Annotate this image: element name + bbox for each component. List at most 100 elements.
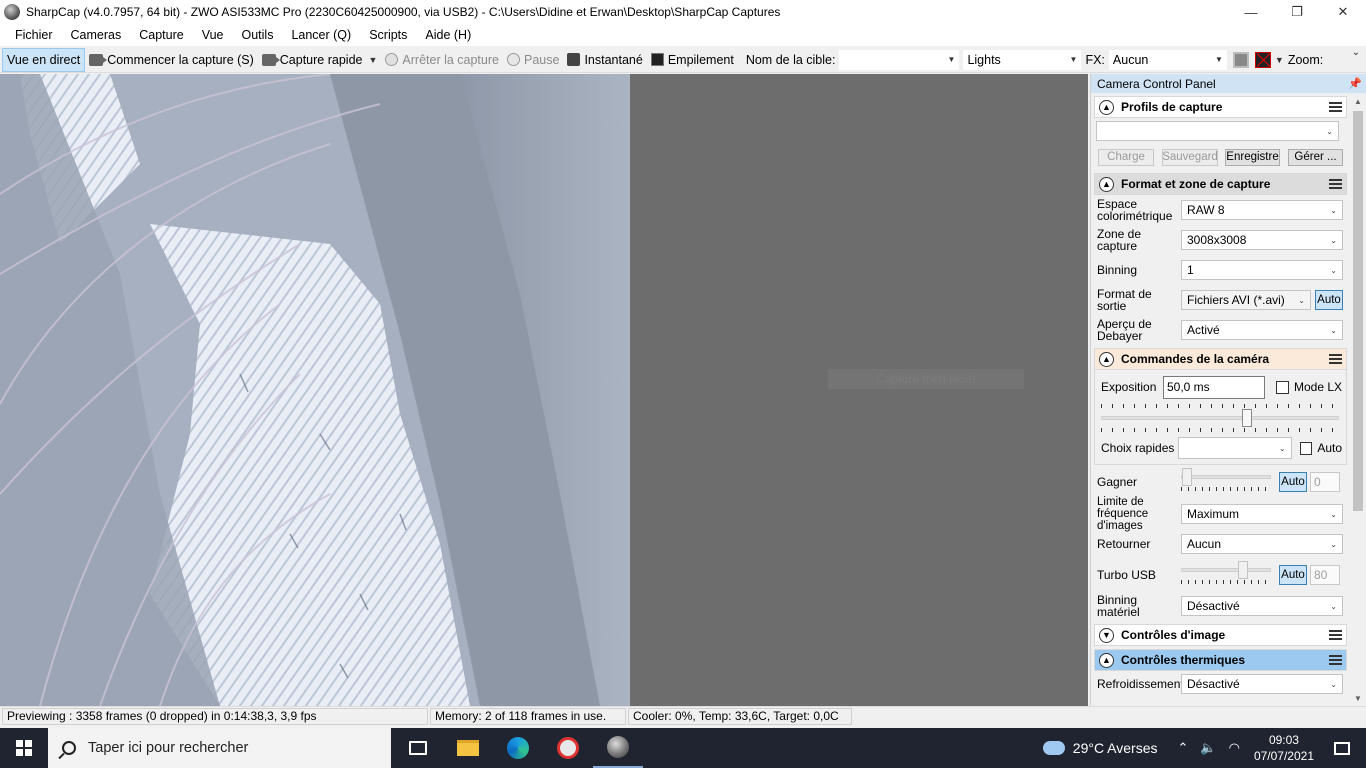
start-capture-button[interactable]: Commencer la capture (S) (85, 48, 258, 72)
menu-fichier[interactable]: Fichier (6, 24, 62, 46)
chevron-down-icon[interactable]: ▼ (1275, 55, 1284, 65)
image-viewer[interactable]: Capture then reset (0, 74, 1088, 706)
gain-value-input[interactable]: 0 (1310, 472, 1340, 492)
usb-turbo-slider-thumb[interactable] (1238, 561, 1248, 579)
weather-text[interactable]: 29°C Averses (1073, 740, 1158, 756)
load-profile-button[interactable]: Charge (1098, 148, 1154, 166)
camera-controls-header[interactable]: ▲ Commandes de la caméra (1094, 348, 1347, 370)
reticle-icon[interactable] (1232, 51, 1249, 68)
wifi-icon[interactable]: ◠ (1229, 740, 1240, 756)
color-space-row: Espace colorimétrique RAW 8 ⌄ (1094, 195, 1347, 225)
binning-select[interactable]: 1 ⌄ (1181, 260, 1343, 280)
start-capture-label: Commencer la capture (S) (107, 52, 254, 67)
collapse-icon[interactable]: ▲ (1099, 176, 1114, 192)
gain-slider-thumb[interactable] (1182, 468, 1192, 486)
stacking-label: Empilement (667, 52, 734, 67)
flip-select[interactable]: Aucun ⌄ (1181, 534, 1343, 554)
menu-capture[interactable]: Capture (130, 24, 192, 46)
astro-app-button[interactable] (543, 728, 593, 768)
menu-scripts[interactable]: Scripts (360, 24, 416, 46)
task-view-icon (409, 741, 427, 755)
menu-icon[interactable] (1329, 630, 1342, 640)
weather-rain-icon[interactable] (1042, 741, 1065, 755)
debayer-select[interactable]: Activé ⌄ (1181, 320, 1343, 340)
file-explorer-button[interactable] (443, 728, 493, 768)
manage-profiles-button[interactable]: Gérer ... (1288, 148, 1343, 166)
output-format-auto-button[interactable]: Auto (1315, 290, 1343, 310)
menu-icon[interactable] (1329, 655, 1342, 665)
minimize-button[interactable]: — (1228, 0, 1274, 24)
edge-button[interactable] (493, 728, 543, 768)
task-view-button[interactable] (393, 728, 443, 768)
usb-turbo-value-input[interactable]: 80 (1310, 565, 1340, 585)
image-controls-header[interactable]: ▼ Contrôles d'image (1094, 624, 1347, 646)
profile-select[interactable]: ⌄ (1096, 121, 1339, 141)
toolbar-overflow-icon[interactable]: ⌄ (1352, 47, 1360, 58)
quick-choice-auto-checkbox[interactable] (1299, 441, 1313, 455)
thermal-controls-header[interactable]: ▲ Contrôles thermiques (1094, 649, 1347, 671)
capture-profiles-header[interactable]: ▲ Profils de capture (1094, 96, 1347, 118)
menu-cameras[interactable]: Cameras (62, 24, 131, 46)
scroll-down-icon[interactable]: ▼ (1350, 690, 1366, 706)
collapse-icon[interactable]: ▲ (1099, 652, 1114, 668)
menu-outils[interactable]: Outils (233, 24, 283, 46)
chevron-down-icon: ⌄ (1330, 265, 1337, 275)
stop-capture-button[interactable]: Arrêter la capture (381, 48, 503, 72)
output-format-select[interactable]: Fichiers AVI (*.avi) ⌄ (1181, 290, 1311, 310)
clock[interactable]: 09:03 07/07/2021 (1254, 732, 1314, 764)
taskbar-search[interactable]: Taper ici pour rechercher (48, 728, 391, 768)
panel-scrollbar[interactable]: ▲ ▼ (1350, 93, 1366, 706)
menu-icon[interactable] (1329, 354, 1342, 364)
expand-icon[interactable]: ▼ (1099, 627, 1114, 643)
menu-lancer[interactable]: Lancer (Q) (282, 24, 360, 46)
start-button[interactable] (0, 728, 48, 768)
format-header[interactable]: ▲ Format et zone de capture (1094, 173, 1347, 195)
maximize-button[interactable]: ❐ (1274, 0, 1320, 24)
close-button[interactable]: ✕ (1320, 0, 1366, 24)
menu-icon[interactable] (1329, 102, 1342, 112)
cooling-select[interactable]: Désactivé ⌄ (1181, 674, 1343, 694)
menu-aide[interactable]: Aide (H) (416, 24, 480, 46)
sharpcap-taskbar-button[interactable] (593, 728, 643, 768)
fx-select[interactable]: Aucun ▼ (1108, 49, 1227, 70)
notification-icon[interactable] (1334, 741, 1350, 755)
exposure-slider-thumb[interactable] (1242, 409, 1252, 427)
pin-icon[interactable]: 📌 (1348, 77, 1362, 90)
chevron-down-icon[interactable]: ▼ (368, 55, 377, 65)
collapse-icon[interactable]: ▲ (1099, 351, 1114, 367)
lx-mode-checkbox[interactable] (1275, 380, 1289, 394)
save-as-profile-button[interactable]: Enregistre (1225, 148, 1280, 166)
save-profile-button[interactable]: Sauvegard (1162, 148, 1218, 166)
overlay-cross-icon[interactable] (1254, 51, 1271, 68)
stacking-button[interactable]: Empilement (647, 48, 738, 72)
quick-capture-button[interactable]: Capture rapide ▼ (258, 48, 382, 72)
hardware-binning-select[interactable]: Désactivé ⌄ (1181, 596, 1343, 616)
menu-icon[interactable] (1329, 179, 1342, 189)
video-camera-icon (89, 53, 108, 66)
collapse-icon[interactable]: ▲ (1099, 99, 1114, 115)
snapshot-button[interactable]: Instantané (563, 48, 646, 72)
menu-vue[interactable]: Vue (193, 24, 233, 46)
chevron-up-icon[interactable]: ⌃ (1178, 740, 1189, 756)
gain-auto-button[interactable]: Auto (1279, 472, 1307, 492)
quick-choice-select[interactable]: ⌄ (1177, 437, 1292, 459)
gain-slider[interactable] (1181, 468, 1271, 495)
volume-icon[interactable]: 🔈 (1200, 740, 1216, 756)
framerate-select[interactable]: Maximum ⌄ (1181, 504, 1343, 524)
live-view-button[interactable]: Vue en direct (2, 47, 86, 72)
capture-area-select[interactable]: 3008x3008 ⌄ (1181, 230, 1343, 250)
usb-turbo-slider[interactable] (1181, 561, 1271, 588)
scroll-thumb[interactable] (1353, 111, 1363, 511)
cooling-value: Désactivé (1187, 677, 1240, 691)
frame-type-select[interactable]: Lights ▼ (963, 49, 1082, 70)
scroll-up-icon[interactable]: ▲ (1350, 93, 1366, 109)
exposure-slider[interactable] (1101, 409, 1339, 427)
exposure-input[interactable]: 50,0 ms (1162, 375, 1265, 399)
color-space-select[interactable]: RAW 8 ⌄ (1181, 200, 1343, 220)
color-space-value: RAW 8 (1187, 203, 1225, 217)
exposure-label: Exposition (1101, 380, 1157, 394)
pause-button[interactable]: Pause (503, 48, 563, 72)
chevron-down-icon: ⌄ (1326, 126, 1333, 136)
usb-turbo-auto-button[interactable]: Auto (1279, 565, 1307, 585)
target-name-select[interactable]: ▼ (839, 49, 960, 70)
